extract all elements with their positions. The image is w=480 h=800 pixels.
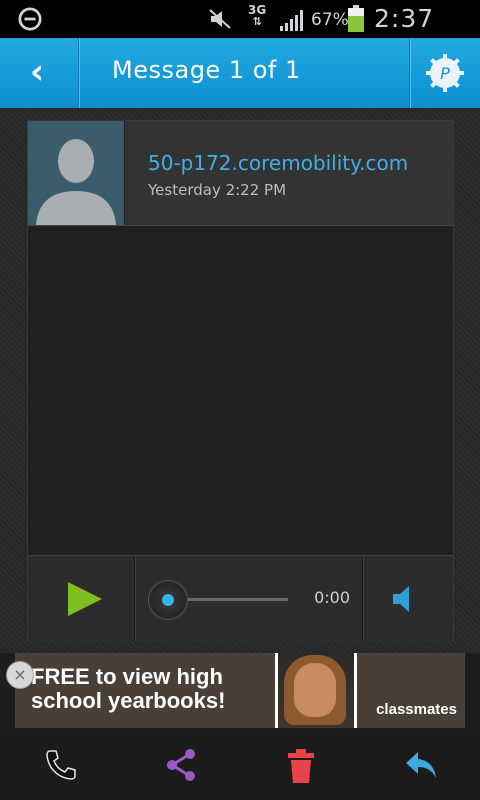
share-button[interactable]: [120, 730, 240, 800]
play-button[interactable]: [28, 556, 135, 642]
data-arrows-icon: ⇅: [252, 15, 262, 28]
ad-headline: FREE to view high school yearbooks!: [31, 664, 226, 713]
svg-text:P: P: [440, 64, 450, 83]
delete-button[interactable]: [240, 730, 360, 800]
battery-icon: [348, 5, 364, 32]
status-bar: 3G ⇅ 67% 2:37 PM: [0, 0, 480, 62]
network-type: 3G ⇅: [248, 3, 267, 28]
bottom-action-bar: [0, 730, 480, 800]
close-icon[interactable]: ×: [6, 661, 34, 689]
reply-icon: [406, 752, 436, 778]
volume-button[interactable]: [362, 556, 453, 642]
audio-player: 0:00: [28, 555, 453, 642]
ad-banner-area: FREE to view high school yearbooks! clas…: [0, 653, 480, 730]
call-button[interactable]: [0, 730, 120, 800]
message-panel: 50-p172.coremobility.com Yesterday 2:22 …: [0, 108, 480, 653]
message-body: [28, 226, 453, 555]
reply-button[interactable]: [360, 730, 480, 800]
duration-label: 0:00: [314, 588, 350, 607]
avatar[interactable]: [28, 121, 125, 225]
back-button[interactable]: ‹: [0, 38, 79, 108]
signal-icon: [280, 10, 303, 31]
do-not-disturb-icon: [18, 7, 42, 31]
message-card: 50-p172.coremobility.com Yesterday 2:22 …: [27, 120, 454, 642]
page-title: Message 1 of 1: [112, 56, 301, 84]
ad-banner[interactable]: FREE to view high school yearbooks! clas…: [15, 653, 465, 728]
sender-address: 50-p172.coremobility.com: [148, 151, 409, 175]
contact-silhouette-icon: [36, 139, 116, 225]
seek-bar[interactable]: 0:00: [136, 556, 360, 642]
message-timestamp: Yesterday 2:22 PM: [148, 181, 287, 199]
share-icon: [167, 749, 195, 781]
message-header: 50-p172.coremobility.com Yesterday 2:22 …: [28, 121, 453, 226]
battery-percent: 67%: [311, 10, 349, 30]
seek-track: [188, 598, 288, 601]
phone-icon: [46, 750, 76, 780]
delete-icon: [288, 749, 314, 783]
speaker-icon: [393, 586, 409, 612]
ad-photo: [275, 653, 357, 728]
settings-gear-icon: P: [426, 54, 464, 92]
settings-button[interactable]: P: [409, 38, 480, 108]
back-chevron-icon: ‹: [30, 52, 45, 92]
ad-brand: classmates: [376, 701, 457, 718]
play-icon: [68, 582, 102, 616]
mute-icon: [209, 9, 231, 29]
title-bar: ‹ Message 1 of 1 P: [0, 38, 480, 108]
seek-knob[interactable]: [148, 580, 188, 620]
